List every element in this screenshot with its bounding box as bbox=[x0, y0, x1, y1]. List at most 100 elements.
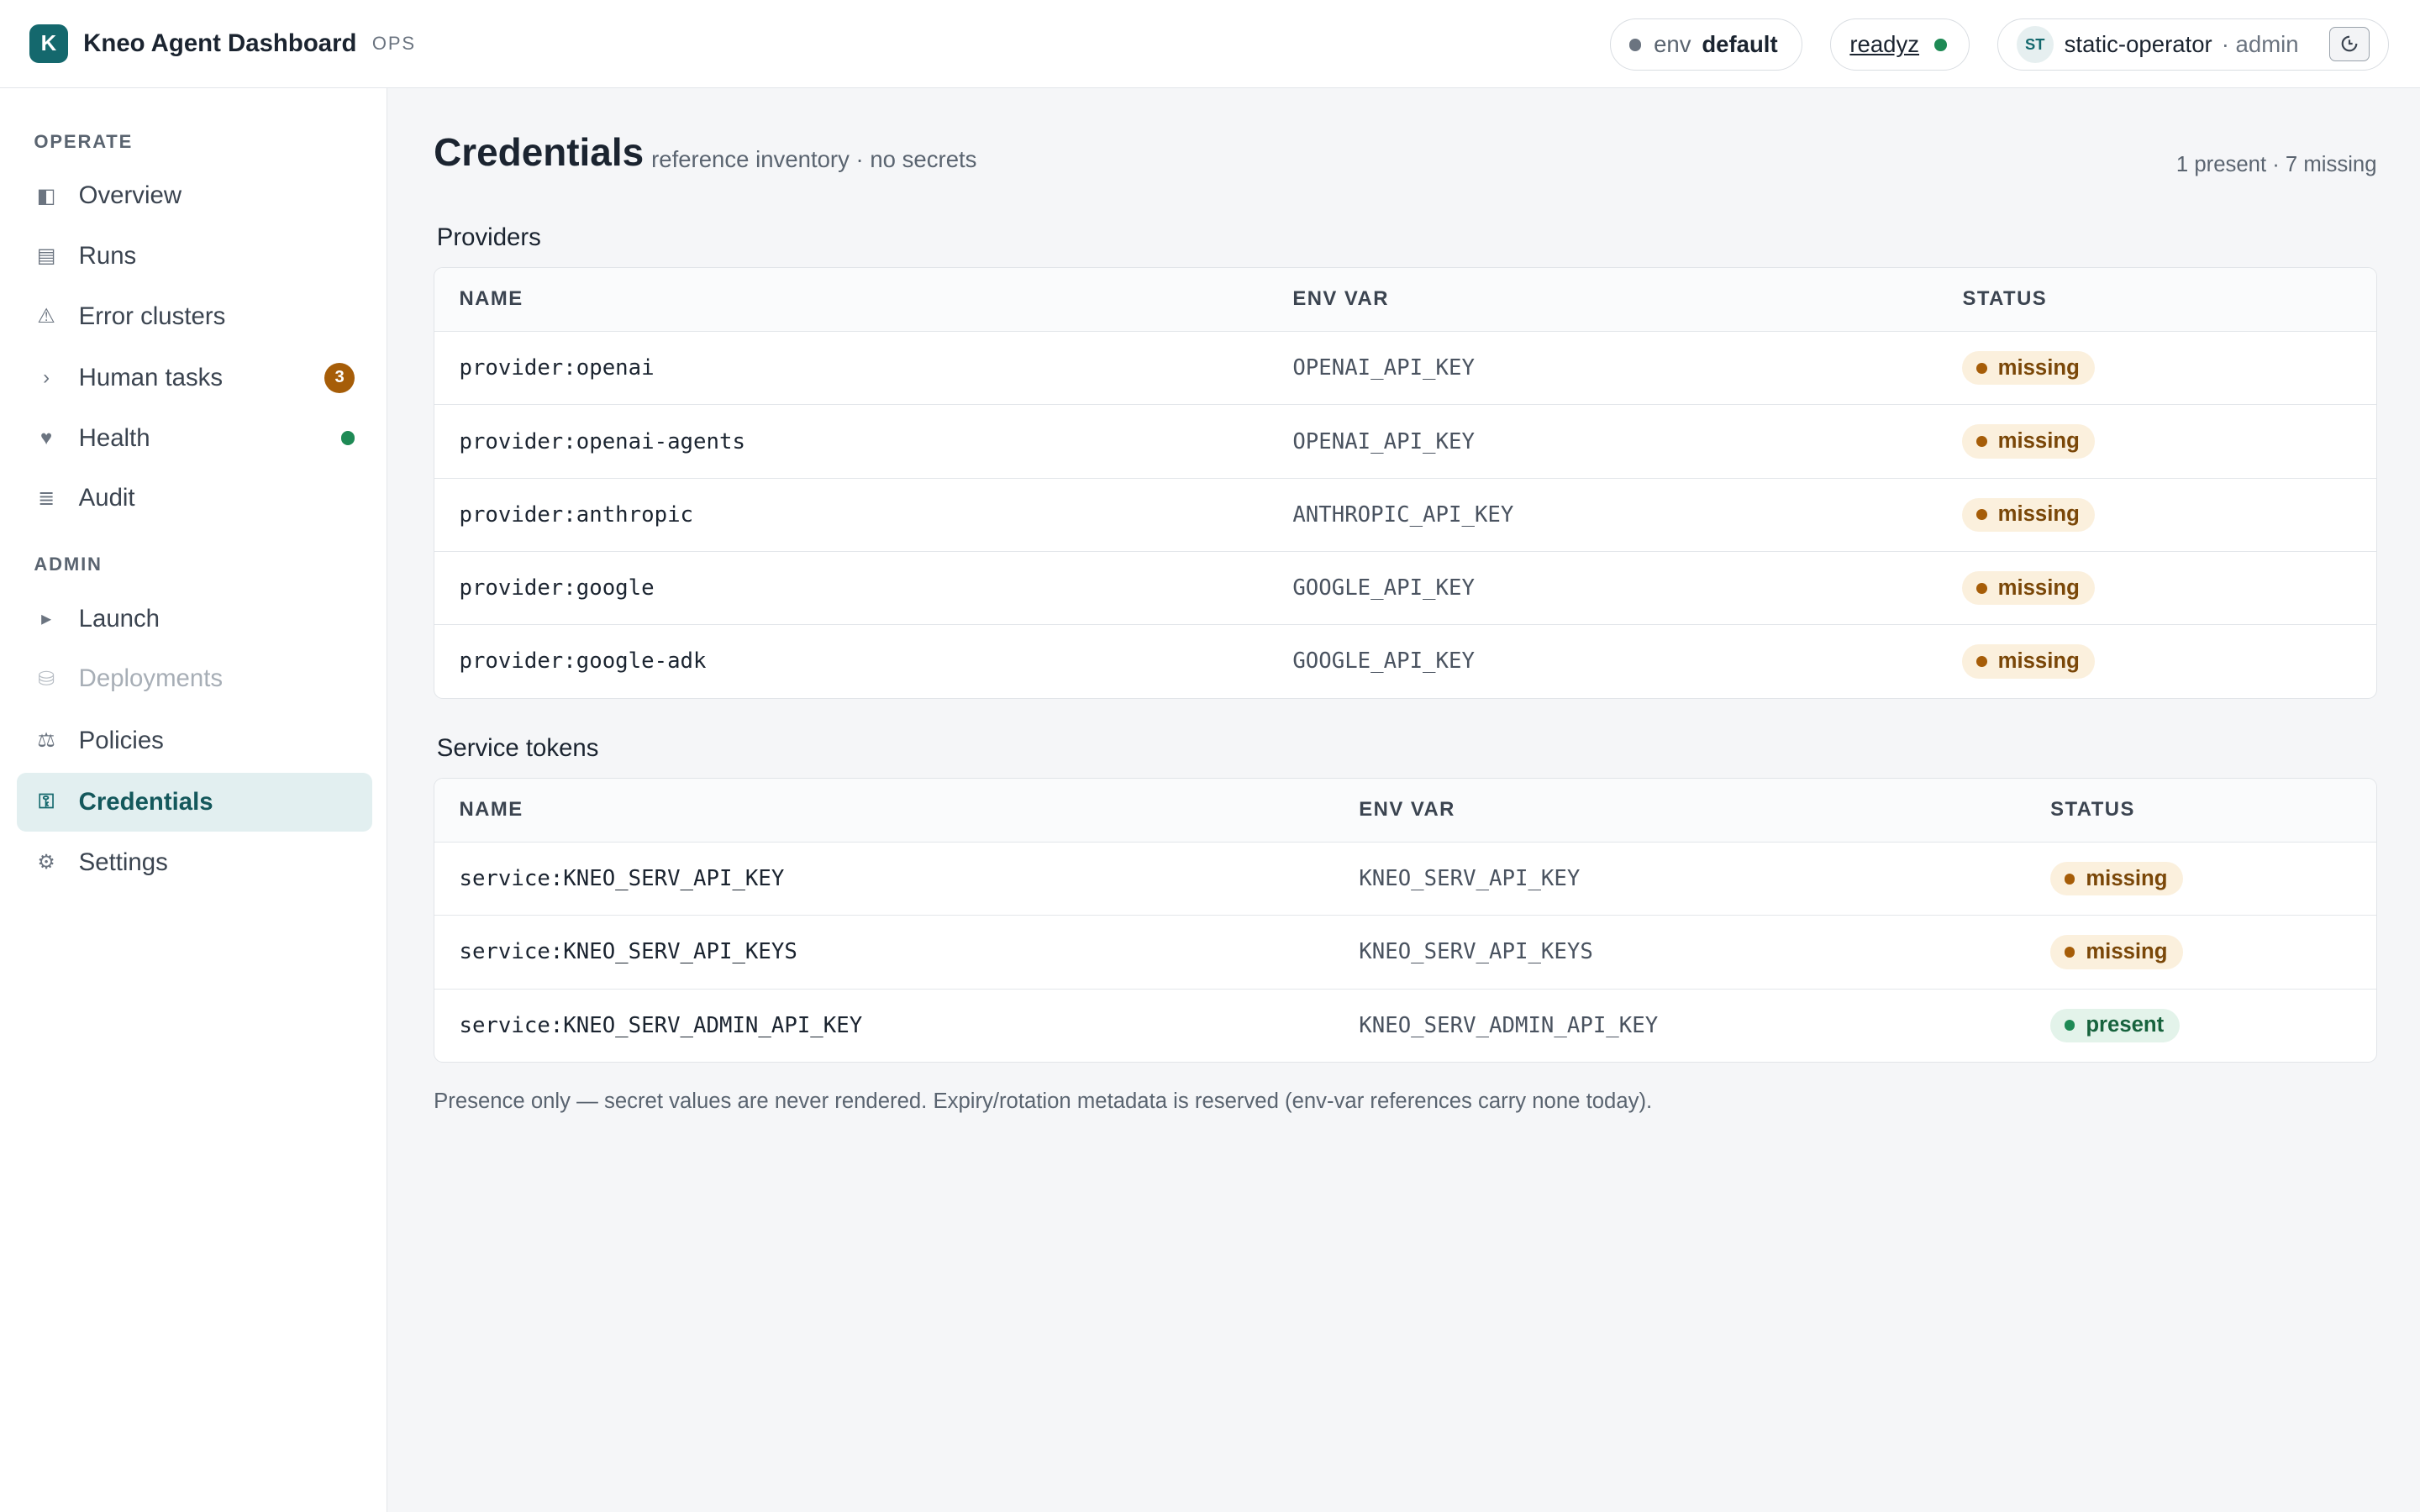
status-dot bbox=[1975, 582, 1987, 594]
service-tokens-title: Service tokens bbox=[436, 734, 599, 763]
sidebar-item-settings[interactable]: ⚙ Settings bbox=[17, 833, 371, 892]
credential-name: provider:openai-agents bbox=[459, 428, 745, 454]
status-text: missing bbox=[1997, 575, 2080, 600]
status-dot bbox=[1975, 436, 1987, 447]
env-value: default bbox=[1702, 31, 1778, 58]
sidebar-item-launch[interactable]: ▸ Launch bbox=[17, 590, 371, 648]
chevron-right-icon: › bbox=[43, 365, 50, 389]
column-header-env: ENV VAR bbox=[1292, 287, 1389, 311]
status-text: missing bbox=[2086, 939, 2168, 963]
sidebar-item-credentials[interactable]: ⚿ Credentials bbox=[17, 773, 372, 832]
status-badge: missing bbox=[2050, 861, 2183, 896]
credential-name: provider:anthropic bbox=[459, 501, 694, 528]
sign-out-icon[interactable] bbox=[2329, 27, 2370, 61]
credential-env-var: OPENAI_API_KEY bbox=[1292, 428, 1475, 454]
status-text: missing bbox=[1997, 429, 2080, 453]
column-header-name: NAME bbox=[459, 798, 523, 822]
sidebar-item-label: Runs bbox=[78, 241, 137, 270]
status-dot bbox=[2064, 947, 2075, 958]
status-badge: present bbox=[2050, 1008, 2180, 1042]
health-status-dot bbox=[340, 431, 355, 445]
credential-env-var: KNEO_SERV_API_KEYS bbox=[1359, 939, 1593, 965]
sidebar-item-label: Human tasks bbox=[78, 363, 224, 391]
app-logo: K bbox=[29, 24, 68, 64]
user-role: · admin bbox=[2221, 31, 2299, 58]
status-text: missing bbox=[1997, 648, 2080, 673]
sidebar-item-overview[interactable]: ◧ Overview bbox=[17, 166, 371, 225]
page-subtitle: reference inventory · no secrets bbox=[651, 146, 977, 173]
sidebar-item-label: Error clusters bbox=[78, 302, 226, 330]
credentials-summary: 1 present · 7 missing bbox=[2175, 152, 2377, 176]
sidebar-item-runs[interactable]: ▤ Runs bbox=[17, 227, 371, 286]
play-icon: ▸ bbox=[41, 607, 52, 630]
status-dot bbox=[1975, 362, 1987, 374]
sidebar-item-label: Settings bbox=[78, 848, 168, 876]
sidebar-item-health[interactable]: ♥ Health bbox=[17, 409, 371, 468]
table-row[interactable]: service:KNEO_SERV_ADMIN_API_KEY KNEO_SER… bbox=[434, 990, 2375, 1062]
footnote: Presence only — secret values are never … bbox=[434, 1089, 1653, 1113]
status-badge: missing bbox=[1962, 644, 2096, 679]
table-row[interactable]: service:KNEO_SERV_API_KEY KNEO_SERV_API_… bbox=[434, 843, 2376, 916]
table-row[interactable]: provider:openai-agents OPENAI_API_KEY mi… bbox=[434, 405, 2376, 479]
credential-env-var: GOOGLE_API_KEY bbox=[1292, 648, 1475, 675]
key-icon: ⚿ bbox=[39, 790, 55, 814]
providers-title: Providers bbox=[436, 223, 541, 252]
sidebar-item-label: Overview bbox=[78, 181, 182, 210]
readyz-pill: readyz bbox=[1830, 18, 1970, 71]
status-badge: missing bbox=[1962, 570, 2096, 606]
sidebar-item-policies[interactable]: ⚖ Policies bbox=[17, 711, 371, 770]
human-tasks-count-badge: 3 bbox=[324, 362, 355, 394]
table-row[interactable]: provider:anthropic ANTHROPIC_API_KEY mis… bbox=[434, 479, 2376, 552]
sidebar-item-label: Credentials bbox=[78, 788, 213, 816]
warning-icon: ⚠ bbox=[37, 305, 55, 328]
env-selector[interactable]: env default bbox=[1609, 18, 1803, 71]
status-badge: missing bbox=[1962, 424, 2096, 459]
section-admin: ADMIN bbox=[34, 554, 103, 575]
credential-env-var: KNEO_SERV_ADMIN_API_KEY bbox=[1359, 1012, 1659, 1038]
table-row[interactable]: provider:openai OPENAI_API_KEY missing bbox=[434, 332, 2376, 406]
audit-icon: ≣ bbox=[38, 486, 55, 510]
status-dot bbox=[1975, 509, 1987, 521]
credential-name: service:KNEO_SERV_ADMIN_API_KEY bbox=[459, 1012, 863, 1038]
status-badge: missing bbox=[2050, 935, 2183, 969]
sidebar-item-error-clusters[interactable]: ⚠ Error clusters bbox=[17, 287, 371, 346]
page: K Kneo Agent Dashboard OPS env default r… bbox=[0, 0, 2420, 1512]
sidebar-item-label: Audit bbox=[78, 484, 135, 512]
status-text: missing bbox=[1997, 355, 2080, 380]
env-label: env bbox=[1654, 31, 1691, 58]
status-badge: missing bbox=[1962, 350, 2096, 386]
gear-icon: ⚙ bbox=[37, 851, 55, 874]
providers-table-header: NAME ENV VAR STATUS bbox=[434, 267, 2376, 333]
column-header-name: NAME bbox=[459, 287, 523, 311]
service-tokens-table: NAME ENV VAR STATUS service:KNEO_SERV_AP… bbox=[434, 777, 2377, 1063]
sidebar-item-label: Policies bbox=[78, 726, 164, 754]
table-row[interactable]: service:KNEO_SERV_API_KEYS KNEO_SERV_API… bbox=[434, 916, 2376, 990]
sidebar-item-label: Deployments bbox=[78, 664, 224, 693]
env-status-dot bbox=[1628, 38, 1642, 51]
section-operate: OPERATE bbox=[34, 131, 134, 153]
table-row[interactable]: provider:google-adk GOOGLE_API_KEY missi… bbox=[434, 625, 2375, 697]
ready-status-dot bbox=[1934, 38, 1948, 51]
credential-name: provider:openai bbox=[459, 355, 655, 381]
scales-icon: ⚖ bbox=[37, 729, 55, 753]
user-name: static-operator bbox=[2064, 31, 2212, 58]
avatar: ST bbox=[2016, 26, 2054, 64]
status-dot bbox=[2064, 1020, 2075, 1032]
brand[interactable]: K Kneo Agent Dashboard OPS bbox=[29, 24, 416, 64]
sidebar-item-audit[interactable]: ≣ Audit bbox=[17, 469, 371, 528]
sidebar-item-human-tasks[interactable]: › Human tasks 3 bbox=[17, 349, 371, 407]
credential-name: service:KNEO_SERV_API_KEY bbox=[459, 866, 785, 892]
sidebar-item-label: Launch bbox=[78, 604, 160, 633]
page-title: Credentials bbox=[434, 130, 644, 175]
status-text: present bbox=[2086, 1013, 2165, 1037]
sidebar: OPERATE ◧ Overview ▤ Runs ⚠ Error cluste… bbox=[0, 87, 387, 1512]
status-text: missing bbox=[2086, 866, 2168, 890]
runs-icon: ▤ bbox=[36, 244, 56, 268]
sign-out-glyph bbox=[2341, 36, 2358, 52]
credential-name: provider:google bbox=[459, 575, 655, 601]
heart-icon: ♥ bbox=[40, 426, 53, 449]
readyz-link[interactable]: readyz bbox=[1849, 31, 1919, 58]
status-text: missing bbox=[1997, 502, 2080, 527]
table-row[interactable]: provider:google GOOGLE_API_KEY missing bbox=[434, 552, 2376, 626]
column-header-status: STATUS bbox=[1962, 287, 2048, 311]
